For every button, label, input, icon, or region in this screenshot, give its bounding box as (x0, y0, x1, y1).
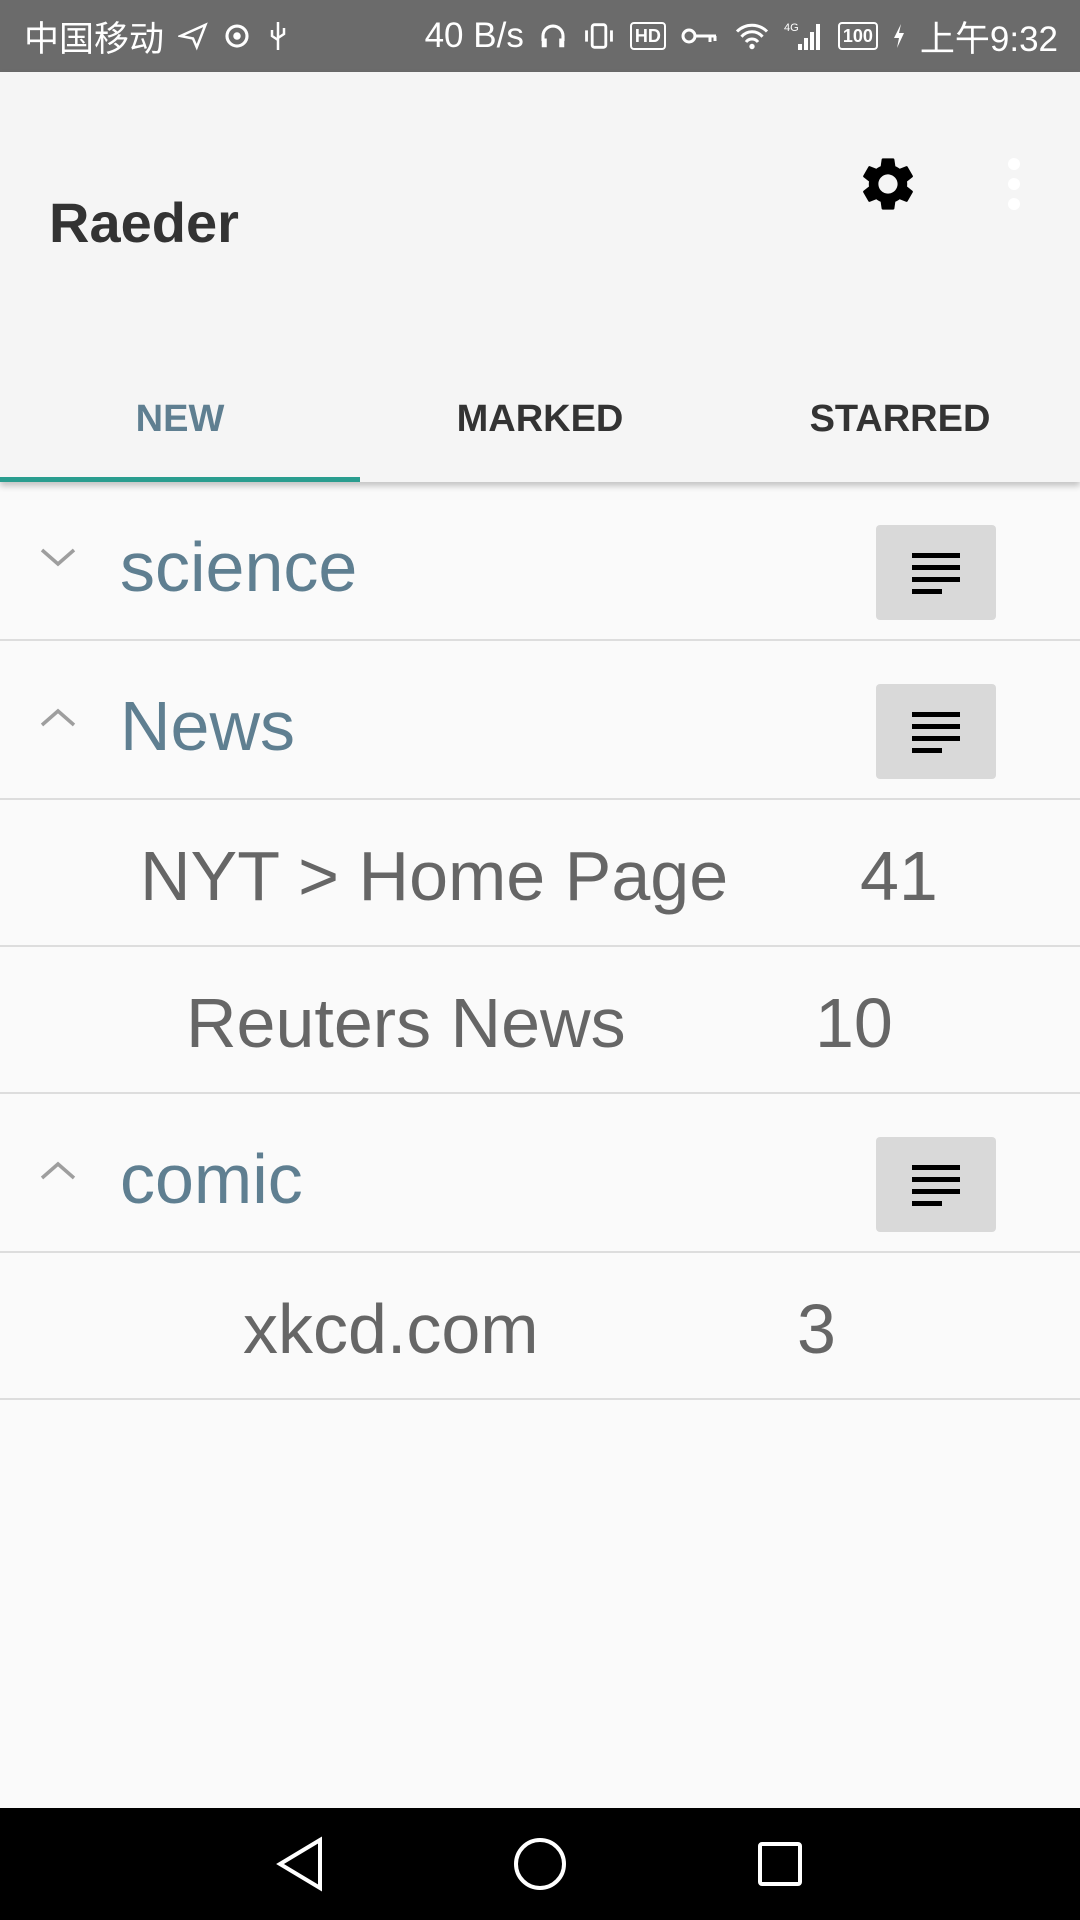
feed-row[interactable]: xkcd.com 3 (0, 1253, 1080, 1400)
hd-icon: HD (629, 22, 666, 50)
group-name: science (120, 528, 358, 606)
mark-read-button[interactable] (876, 1137, 996, 1232)
home-button[interactable] (495, 1819, 585, 1909)
recents-button[interactable] (735, 1819, 825, 1909)
status-bar: 中国移动 40 B/s HD 4G 100 上午9:32 (0, 0, 1080, 72)
wifi-icon (734, 21, 770, 51)
send-icon (178, 21, 208, 51)
group-row-news[interactable]: News (0, 641, 1080, 800)
mark-read-button[interactable] (876, 684, 996, 779)
feed-row[interactable]: Reuters News 10 (0, 947, 1080, 1094)
gear-icon (863, 158, 913, 210)
unread-count: 10 (815, 984, 893, 1062)
feed-name: NYT > Home Page (140, 837, 729, 915)
mark-read-icon (912, 552, 960, 594)
mark-read-icon (912, 711, 960, 753)
recents-square-icon (758, 1842, 802, 1886)
clock-label: 上午9:32 (919, 19, 1058, 59)
net-speed-label: 40 B/s (424, 16, 524, 55)
app-bar: Raeder NEW MARKED STARRED (0, 72, 1080, 482)
tab-new[interactable]: NEW (0, 390, 360, 482)
chevron-up-icon[interactable] (34, 1146, 82, 1194)
group-row-comic[interactable]: comic (0, 1094, 1080, 1253)
chevron-down-icon[interactable] (34, 534, 82, 582)
status-bar-left: 中国移动 (24, 11, 290, 62)
tab-bar: NEW MARKED STARRED (0, 390, 1080, 482)
charging-icon (892, 22, 906, 50)
feed-group-list: science News NYT > Home Page 41 Reuters … (0, 482, 1080, 1400)
vibrate-icon (582, 21, 616, 51)
mark-read-icon (912, 1164, 960, 1206)
sync-icon (222, 21, 252, 51)
key-icon (680, 24, 720, 48)
app-title: Raeder (49, 191, 239, 254)
signal-type-label: 4G (784, 22, 799, 34)
overflow-menu-button[interactable] (990, 148, 1038, 220)
tab-starred[interactable]: STARRED (720, 390, 1080, 482)
carrier-label: 中国移动 (24, 19, 165, 59)
back-triangle-icon (276, 1836, 322, 1892)
cell-signal-icon: 4G (784, 20, 824, 52)
tab-marked[interactable]: MARKED (360, 390, 720, 482)
mark-read-button[interactable] (876, 525, 996, 620)
feed-name: xkcd.com (243, 1290, 539, 1368)
status-bar-right: 40 B/s HD 4G 100 上午9:32 (425, 11, 1058, 62)
group-row-science[interactable]: science (0, 482, 1080, 641)
unread-count: 41 (860, 837, 938, 915)
chevron-up-icon[interactable] (34, 693, 82, 741)
system-nav-bar (0, 1808, 1080, 1920)
feed-row[interactable]: NYT > Home Page 41 (0, 800, 1080, 947)
feed-name: Reuters News (186, 984, 626, 1062)
group-name: comic (120, 1140, 303, 1218)
settings-button[interactable] (852, 148, 924, 220)
headphones-icon (538, 21, 568, 51)
battery-icon: 100 (837, 22, 878, 50)
back-button[interactable] (255, 1819, 345, 1909)
usb-icon (266, 20, 290, 52)
home-circle-icon (514, 1838, 566, 1890)
unread-count: 3 (797, 1290, 836, 1368)
group-name: News (120, 687, 296, 765)
more-vert-icon (1008, 158, 1020, 210)
